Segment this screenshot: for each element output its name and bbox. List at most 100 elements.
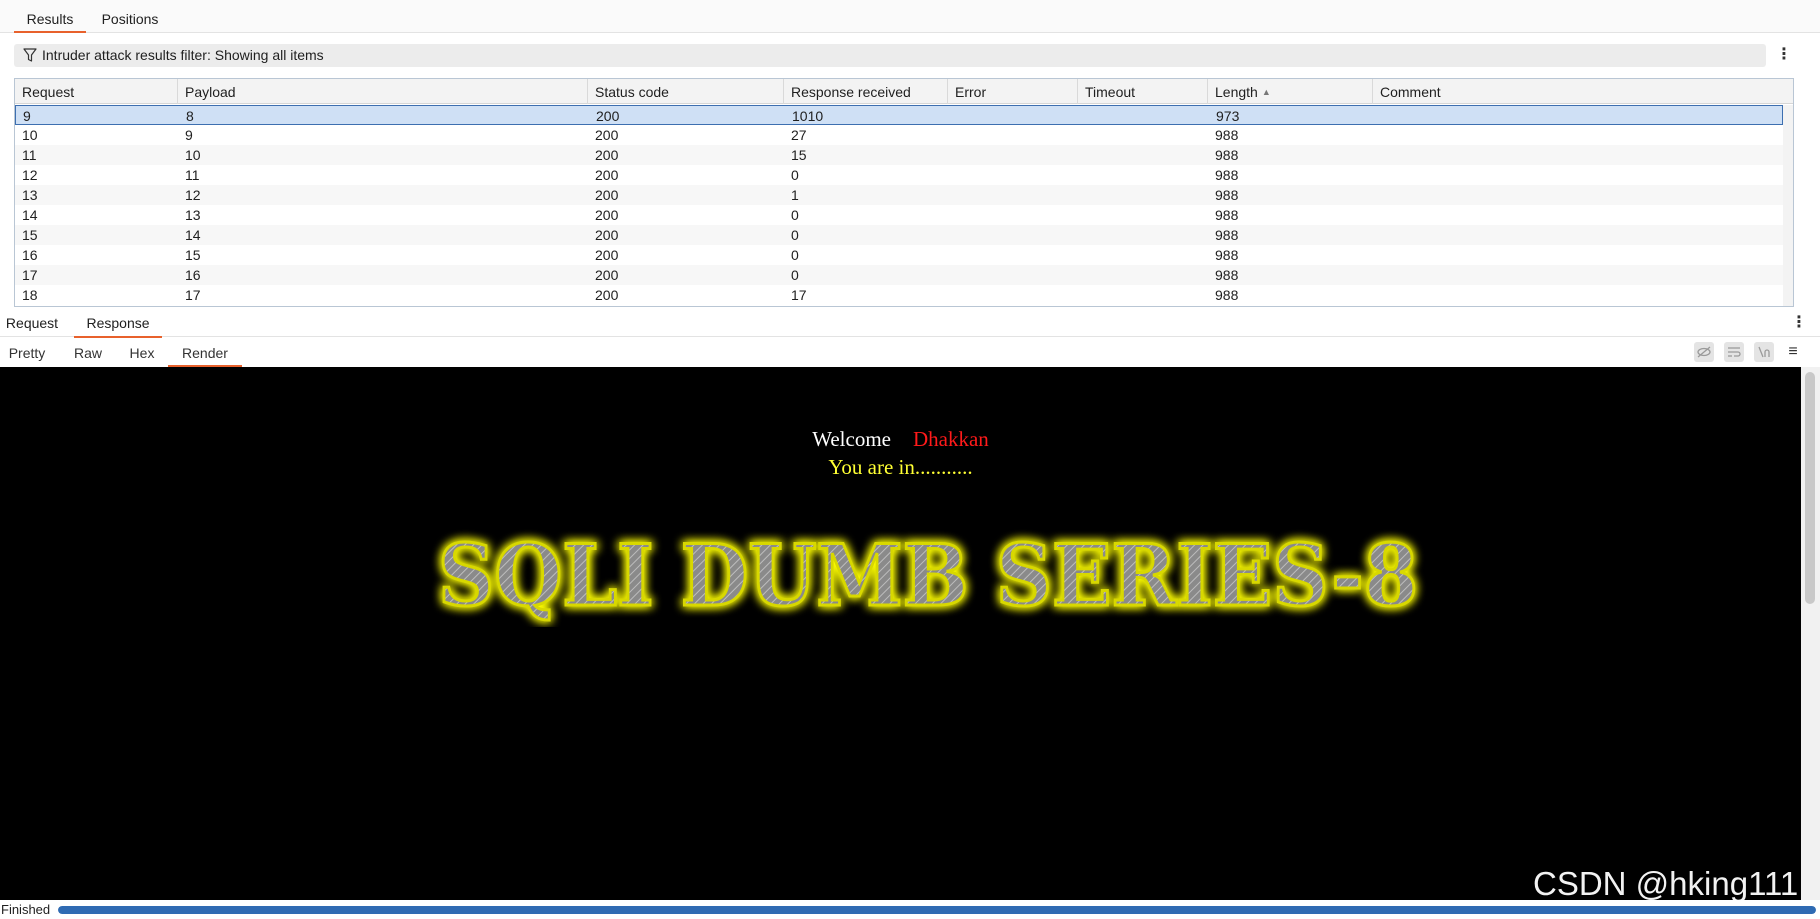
tab-response[interactable]: Response [74,310,162,338]
tab-pretty[interactable]: Pretty [0,339,54,367]
cell-status: 200 [595,207,619,223]
table-row[interactable]: 9 8 200 1010 973 [15,105,1783,125]
table-row[interactable]: 14 13 200 0 988 [15,205,1783,225]
cell-error [949,106,956,126]
cell-payload: 14 [185,227,201,243]
render-view: Welcome Dhakkan You are in........... SQL… [0,367,1801,900]
table-scrollbar[interactable] [1783,105,1793,306]
cell-comment [1373,285,1380,305]
column-length[interactable]: Length ▲ [1208,79,1373,104]
backslash-n-icon [1758,346,1770,358]
cell-timeout [1078,125,1085,145]
cell-request: 15 [22,227,38,243]
cell-error [948,285,955,305]
column-comment[interactable]: Comment [1373,79,1793,104]
cell-error [948,205,955,225]
render-scrollbar-thumb[interactable] [1805,372,1815,604]
cell-received: 15 [791,147,807,163]
login-message: You are in........... [828,455,973,479]
table-row[interactable]: 16 15 200 0 988 [15,245,1783,265]
newline-icon[interactable] [1754,342,1774,362]
column-status-code[interactable]: Status code [588,79,784,104]
cell-error [948,265,955,285]
cell-payload: 12 [185,187,201,203]
username-text: Dhakkan [912,427,989,451]
cell-comment [1373,205,1380,225]
cell-payload: 11 [185,167,200,183]
column-timeout[interactable]: Timeout [1078,79,1208,104]
cell-received: 0 [791,227,799,243]
column-length-label: Length [1215,84,1258,100]
cell-timeout [1078,185,1085,205]
tab-request[interactable]: Request [0,310,64,337]
cell-length: 988 [1215,207,1239,223]
cell-length: 988 [1215,187,1239,203]
table-row[interactable]: 13 12 200 1 988 [15,185,1783,205]
table-row[interactable]: 18 17 200 17 988 [15,285,1783,305]
cell-timeout [1078,165,1085,185]
cell-comment [1373,185,1380,205]
message-more-icon[interactable]: ⋮ [1791,313,1807,333]
cell-timeout [1078,145,1085,165]
cell-status: 200 [595,147,619,163]
cell-timeout [1078,225,1085,245]
cell-timeout [1078,245,1085,265]
cell-length: 988 [1215,127,1239,143]
tab-render[interactable]: Render [168,339,242,367]
sqli-banner: SQLI DUMB SERIES-8 [0,517,1801,627]
message-tab-bar: Request Response [0,310,1820,338]
tab-results[interactable]: Results [14,0,86,33]
table-row[interactable]: 12 11 200 0 988 [15,165,1783,185]
cell-request: 18 [22,287,38,303]
cell-length: 988 [1215,267,1239,283]
cell-status: 200 [595,227,619,243]
cell-timeout [1079,106,1086,126]
table-row[interactable]: 17 16 200 0 988 [15,265,1783,285]
cell-payload: 13 [185,207,201,223]
cell-comment [1373,225,1380,245]
cell-received: 0 [791,267,799,283]
watermark-text: CSDN @hking111 [1533,865,1799,902]
cell-status: 200 [595,247,619,263]
cell-length: 988 [1215,147,1239,163]
tab-raw[interactable]: Raw [68,339,108,367]
cell-comment [1373,265,1380,285]
status-text: Finished [1,902,51,917]
cell-comment [1373,145,1380,165]
cell-received: 0 [791,167,799,183]
menu-icon[interactable]: ≡ [1784,342,1802,362]
banner-text: SQLI DUMB SERIES-8 [438,526,1418,625]
cell-payload: 8 [186,108,194,124]
eye-slash-icon [1697,346,1711,358]
progress-bar [58,906,1816,914]
cell-error [948,125,955,145]
sort-ascending-icon: ▲ [1261,87,1271,97]
cell-request: 14 [22,207,38,223]
cell-received: 17 [791,287,807,303]
column-payload[interactable]: Payload [178,79,588,104]
table-row[interactable]: 11 10 200 15 988 [15,145,1783,165]
column-response-received[interactable]: Response received [784,79,948,104]
table-header: Request Payload Status code Response rec… [15,79,1793,104]
cell-payload: 16 [185,267,201,283]
column-request[interactable]: Request [15,79,178,104]
filter-bar[interactable]: Intruder attack results filter: Showing … [14,44,1766,67]
tab-positions[interactable]: Positions [96,0,164,33]
column-error[interactable]: Error [948,79,1078,104]
cell-length: 988 [1215,227,1239,243]
cell-length: 988 [1215,167,1239,183]
cell-request: 9 [23,108,31,124]
hide-icon[interactable] [1694,342,1714,362]
cell-comment [1374,106,1381,126]
filter-more-icon[interactable]: ⋮ [1776,45,1792,65]
table-row[interactable]: 10 9 200 27 988 [15,125,1783,145]
table-row[interactable]: 15 14 200 0 988 [15,225,1783,245]
cell-status: 200 [595,127,619,143]
results-table: Request Payload Status code Response rec… [14,78,1794,307]
word-wrap-icon[interactable] [1724,342,1744,362]
cell-length: 988 [1215,287,1239,303]
cell-comment [1373,165,1380,185]
cell-error [948,245,955,265]
cell-payload: 17 [185,287,201,303]
tab-hex[interactable]: Hex [122,339,162,367]
